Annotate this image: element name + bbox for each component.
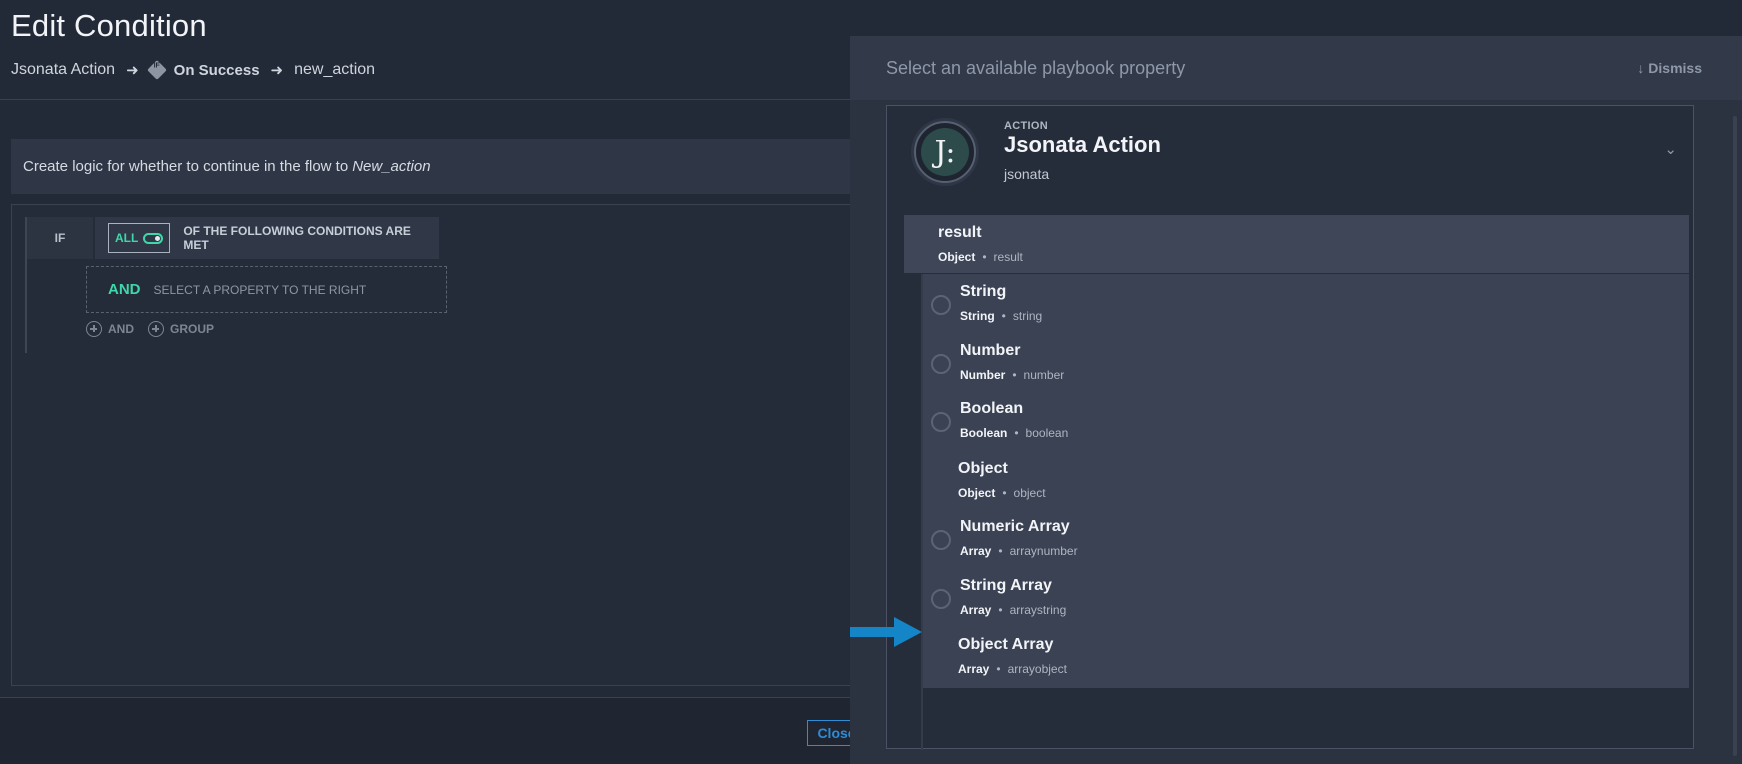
page-title: Edit Condition (11, 8, 207, 43)
if-header: ALL OF THE FOLLOWING CONDITIONS ARE MET (95, 217, 439, 259)
action-kind: ACTION (1004, 120, 1048, 132)
property-type: Boolean (960, 426, 1008, 440)
breadcrumb-target: new_action (294, 61, 376, 78)
plus-circle-icon (86, 321, 102, 337)
intro-text: Create logic for whether to continue in … (23, 158, 349, 175)
property-path: string (1012, 309, 1043, 323)
intro-target: New_action (352, 158, 431, 175)
property-type: Object (938, 250, 976, 264)
breadcrumb-source: Jsonata Action (11, 61, 116, 78)
property-name: result (938, 224, 982, 241)
and-keyword: AND (108, 281, 141, 298)
property-item-object[interactable]: Object Object • object (923, 451, 1689, 512)
add-and-label: AND (108, 322, 134, 336)
condition-builder: IF ALL OF THE FOLLOWING CONDITIONS ARE M… (11, 204, 856, 686)
radio-circle-icon[interactable] (931, 354, 951, 374)
property-item-result[interactable]: result Object • result (904, 215, 1689, 273)
header-divider (0, 99, 850, 100)
property-name: Object (958, 460, 1008, 477)
action-id: jsonata (1004, 166, 1050, 182)
property-name: Numeric Array (960, 518, 1070, 535)
property-meta: Boolean • boolean (960, 426, 1068, 440)
property-name: Object Array (958, 636, 1054, 653)
property-name: String Array (960, 577, 1052, 594)
property-item-string-array[interactable]: String Array Array • arraystring (923, 568, 1689, 629)
breadcrumb: Jsonata Action ➜ On Success ➜ new_action (11, 59, 375, 81)
property-meta: Object • object (958, 486, 1046, 500)
property-path: arrayobject (1007, 662, 1067, 676)
panel-header: Select an available playbook property ↓ … (850, 36, 1742, 100)
radio-circle-icon[interactable] (931, 295, 951, 315)
action-name: Jsonata Action (1004, 132, 1161, 157)
property-item-number[interactable]: Number Number • number (923, 333, 1689, 394)
slot-hint: SELECT A PROPERTY TO THE RIGHT (153, 282, 367, 297)
add-group-label: GROUP (170, 322, 215, 336)
scrollbar[interactable] (1733, 116, 1737, 756)
action-card: J: ACTION Jsonata Action jsonata ⌄ resul… (886, 105, 1694, 750)
dot-separator: • (998, 603, 1003, 617)
footer (0, 698, 850, 764)
property-item-numeric-array[interactable]: Numeric Array Array • arraynumber (923, 509, 1689, 570)
add-row: AND GROUP (86, 321, 214, 337)
property-meta: String • string (960, 309, 1042, 323)
breadcrumb-condition: On Success (173, 61, 260, 79)
all-toggle-label: ALL (115, 231, 139, 245)
jsonata-logo-icon: J: (914, 121, 976, 183)
intro-box: Create logic for whether to continue in … (11, 139, 856, 194)
property-name: Boolean (960, 400, 1024, 417)
property-type: Array (960, 603, 992, 617)
chevron-down-icon[interactable]: ⌄ (1664, 140, 1677, 158)
radio-circle-icon[interactable] (931, 412, 951, 432)
all-any-toggle[interactable]: ALL (108, 223, 171, 253)
property-name: String (960, 283, 1007, 300)
dot-separator: • (998, 544, 1003, 558)
property-type: Array (960, 544, 992, 558)
if-label: IF (27, 217, 93, 259)
condition-drop-slot[interactable]: AND SELECT A PROPERTY TO THE RIGHT (86, 266, 447, 313)
dot-separator: • (1014, 426, 1019, 440)
plus-circle-icon (148, 321, 164, 337)
property-type: Object (958, 486, 996, 500)
property-item-boolean[interactable]: Boolean Boolean • boolean (923, 391, 1689, 452)
radio-circle-icon[interactable] (931, 589, 951, 609)
property-type: Number (960, 368, 1006, 382)
property-path: arraystring (1009, 603, 1067, 617)
property-path: boolean (1025, 426, 1069, 440)
dot-separator: • (1012, 368, 1017, 382)
property-item-object-array[interactable]: Object Array Array • arrayobject (923, 627, 1689, 688)
property-name: Number (960, 342, 1021, 359)
property-path: number (1023, 368, 1065, 382)
property-path: arraynumber (1009, 544, 1078, 558)
property-type: String (960, 309, 995, 323)
property-meta: Array • arraystring (960, 603, 1066, 617)
property-meta: Number • number (960, 368, 1064, 382)
dot-separator: • (1002, 486, 1007, 500)
dot-separator: • (996, 662, 1001, 676)
property-type: Array (958, 662, 990, 676)
add-group-button[interactable]: GROUP (148, 321, 214, 337)
property-meta: Array • arrayobject (958, 662, 1067, 676)
property-meta: Array • arraynumber (960, 544, 1078, 558)
add-and-button[interactable]: AND (86, 321, 134, 337)
dot-separator: • (1001, 309, 1006, 323)
condition-diamond-icon (146, 60, 167, 80)
breadcrumb-arrow-icon: ➜ (126, 62, 139, 79)
dismiss-button[interactable]: ↓ Dismiss (1637, 60, 1702, 76)
toggle-switch-icon (143, 232, 164, 244)
property-path: object (1013, 486, 1046, 500)
conditions-text: OF THE FOLLOWING CONDITIONS ARE MET (183, 224, 411, 252)
property-panel: Select an available playbook property ↓ … (850, 36, 1742, 764)
breadcrumb-arrow-icon: ➜ (270, 62, 284, 79)
radio-circle-icon[interactable] (931, 530, 951, 550)
arrow-right-icon (850, 617, 922, 647)
logo-glyph: J: (921, 128, 969, 176)
dot-separator: • (982, 250, 987, 264)
property-meta: Object • result (938, 250, 1023, 264)
property-item-string[interactable]: String String • string (923, 274, 1689, 335)
property-path: result (993, 250, 1023, 264)
panel-title: Select an available playbook property (886, 57, 1186, 78)
